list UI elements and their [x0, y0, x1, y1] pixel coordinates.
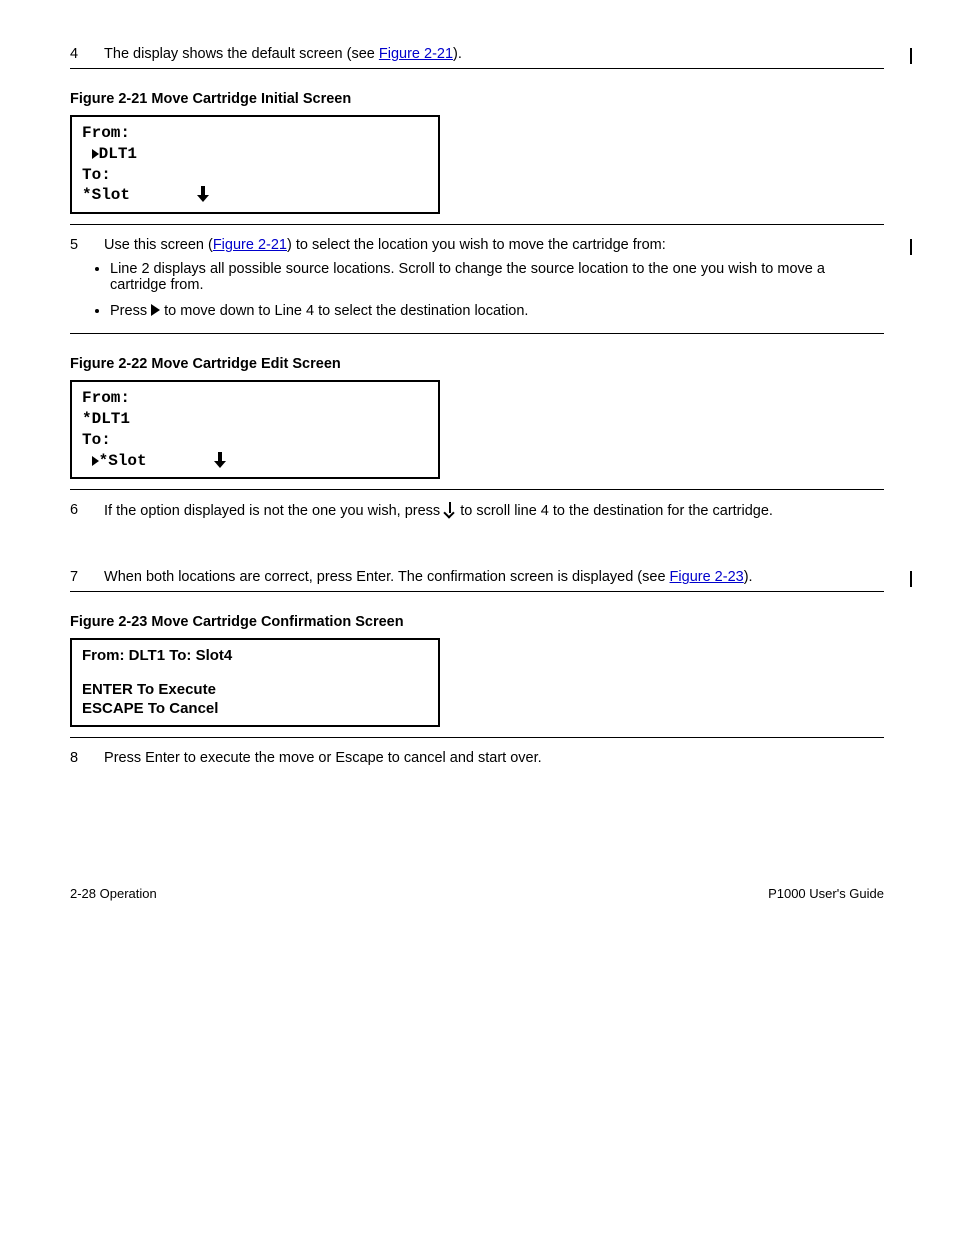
step-number: 4 [70, 46, 100, 62]
footer-right: P1000 User's Guide [768, 886, 884, 901]
lcd-line: ENTER To Execute [82, 680, 428, 700]
lcd-line: To: [82, 430, 428, 451]
step-text: Press Enter to execute the move or Escap… [104, 750, 878, 766]
footer-left: 2-28 Operation [70, 886, 157, 901]
lcd-text: DLT1 [99, 145, 137, 163]
step-text: When both locations are correct, press E… [104, 569, 878, 585]
step-number: 6 [70, 502, 100, 518]
lcd-line: DLT1 [82, 144, 428, 165]
rule [70, 68, 884, 69]
bullet-item: Line 2 displays all possible source loca… [110, 261, 884, 293]
text-fragment: If the option displayed is not the one y… [104, 503, 444, 519]
arrow-right-icon [151, 304, 160, 316]
page-footer: 2-28 Operation P1000 User's Guide [70, 886, 884, 901]
lcd-line: To: [82, 165, 428, 186]
arrow-down-icon [214, 452, 226, 468]
lcd-line: ESCAPE To Cancel [82, 699, 428, 719]
lcd-line: *DLT1 [82, 409, 428, 430]
text-fragment: Use this screen ( [104, 237, 213, 253]
lcd-text: *Slot [99, 452, 147, 470]
rule [70, 224, 884, 225]
step-4: 4 The display shows the default screen (… [70, 46, 884, 62]
text-fragment: The display shows the default screen (se… [104, 46, 379, 62]
figure-caption: Figure 2-22 Move Cartridge Edit Screen [70, 356, 884, 372]
text-fragment: to move down to Line 4 to select the des… [160, 303, 528, 319]
xref-link[interactable]: Figure 2-21 [213, 237, 287, 253]
step-number: 8 [70, 750, 100, 766]
arrow-down-icon [197, 186, 209, 202]
figure-caption: Figure 2-23 Move Cartridge Confirmation … [70, 614, 884, 630]
step-text: If the option displayed is not the one y… [104, 502, 878, 519]
rule [70, 333, 884, 334]
text-fragment: ). [744, 569, 753, 585]
step-7: 7 When both locations are correct, press… [70, 569, 884, 585]
step-number: 7 [70, 569, 100, 585]
figure-caption: Figure 2-21 Move Cartridge Initial Scree… [70, 91, 884, 107]
step-number: 5 [70, 237, 100, 253]
pointer-icon [92, 456, 99, 466]
lcd-text: *Slot [82, 186, 130, 204]
arrow-down-icon [444, 502, 456, 518]
rule [70, 591, 884, 592]
pointer-icon [92, 149, 99, 159]
rule [70, 489, 884, 490]
text-fragment: to scroll line 4 to the destination for … [456, 503, 773, 519]
bullet-list: Line 2 displays all possible source loca… [70, 261, 884, 319]
lcd-line: From: DLT1 To: Slot4 [82, 646, 428, 666]
xref-link[interactable]: Figure 2-21 [379, 46, 453, 62]
lcd-screen: From: *DLT1 To: *Slot [70, 380, 440, 479]
step-5: 5 Use this screen (Figure 2-21) to selec… [70, 237, 884, 253]
lcd-line: *Slot [82, 185, 428, 206]
bullet-item: Press to move down to Line 4 to select t… [110, 303, 884, 319]
spacer [82, 666, 428, 680]
text-fragment: When both locations are correct, press E… [104, 569, 670, 585]
rule [70, 737, 884, 738]
step-8: 8 Press Enter to execute the move or Esc… [70, 750, 884, 766]
text-fragment: Press [110, 303, 151, 319]
step-text: The display shows the default screen (se… [104, 46, 878, 62]
lcd-line: From: [82, 123, 428, 144]
text-fragment: ) to select the location you wish to mov… [287, 237, 666, 253]
lcd-line: *Slot [82, 451, 428, 472]
lcd-line: From: [82, 388, 428, 409]
lcd-screen: From: DLT1 To: Slot4 ENTER To Execute ES… [70, 638, 440, 727]
xref-link[interactable]: Figure 2-23 [670, 569, 744, 585]
step-text: Use this screen (Figure 2-21) to select … [104, 237, 878, 253]
step-6: 6 If the option displayed is not the one… [70, 502, 884, 519]
text-fragment: ). [453, 46, 462, 62]
lcd-screen: From: DLT1 To: *Slot [70, 115, 440, 214]
